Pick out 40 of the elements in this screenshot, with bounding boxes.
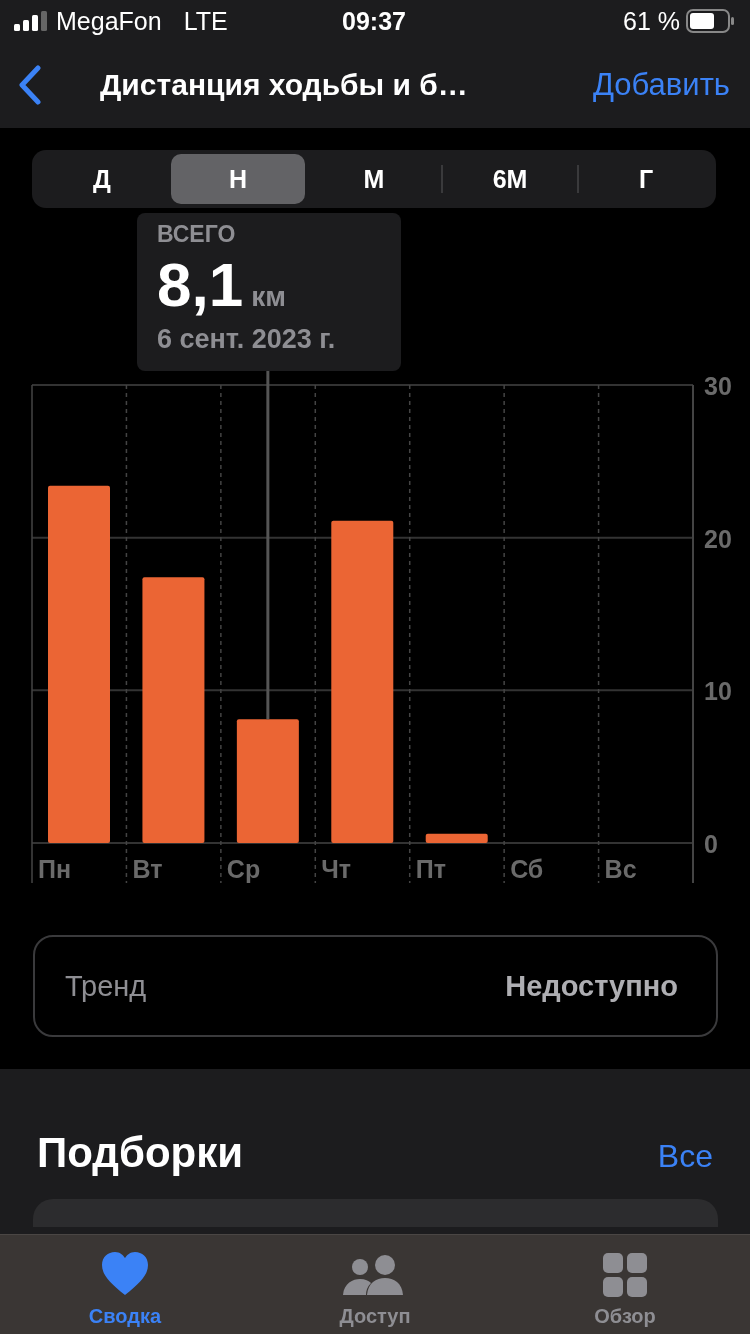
tab-bar-item[interactable]: Доступ: [250, 1235, 500, 1334]
heart-icon: [100, 1251, 150, 1297]
period-tab[interactable]: 6М: [443, 154, 577, 204]
battery-percent: 61 %: [623, 6, 680, 36]
tooltip-label: ВСЕГО: [157, 221, 237, 248]
day-label: Вс: [604, 855, 637, 883]
back-icon[interactable]: [18, 65, 42, 105]
trend-value: Недоступно: [505, 969, 678, 1003]
tab-bar-item[interactable]: Сводка: [0, 1235, 250, 1334]
day-label: Ср: [226, 855, 261, 883]
signal-icon: [14, 11, 48, 31]
status-time: 09:37: [342, 6, 406, 36]
period-tab[interactable]: Д: [35, 154, 169, 204]
tab-bar-item[interactable]: Обзор: [500, 1235, 750, 1334]
battery-icon: [686, 9, 734, 33]
add-button[interactable]: Добавить: [593, 67, 730, 103]
grid-icon: [603, 1253, 647, 1297]
carrier-name: MegaFon: [56, 6, 162, 36]
tooltip-unit: км: [251, 281, 286, 313]
day-label: Чт: [321, 855, 352, 883]
day-label: Пн: [38, 855, 72, 883]
see-all-link[interactable]: Все: [657, 1138, 713, 1175]
page-title: Дистанция ходьбы и б…: [100, 68, 468, 102]
period-tab[interactable]: Г: [579, 154, 713, 204]
day-label: Вт: [132, 855, 163, 883]
period-tab[interactable]: Н: [171, 154, 305, 204]
trend-label: Тренд: [65, 969, 147, 1003]
tooltip-value: 8,1: [157, 252, 244, 318]
period-tab[interactable]: М: [307, 154, 441, 204]
day-label: Сб: [510, 855, 544, 883]
axis-label: 30: [704, 372, 732, 400]
chart-bar[interactable]: [425, 833, 488, 843]
section-title: Подборки: [37, 1129, 244, 1177]
day-label: Пт: [415, 855, 446, 883]
axis-label: 20: [704, 524, 732, 553]
axis-label: 10: [704, 677, 732, 706]
axis-label: 0: [704, 830, 718, 858]
network-type: LTE: [183, 6, 228, 36]
chart-bar[interactable]: [142, 577, 205, 843]
tooltip-date: 6 сент. 2023 г.: [157, 324, 337, 355]
